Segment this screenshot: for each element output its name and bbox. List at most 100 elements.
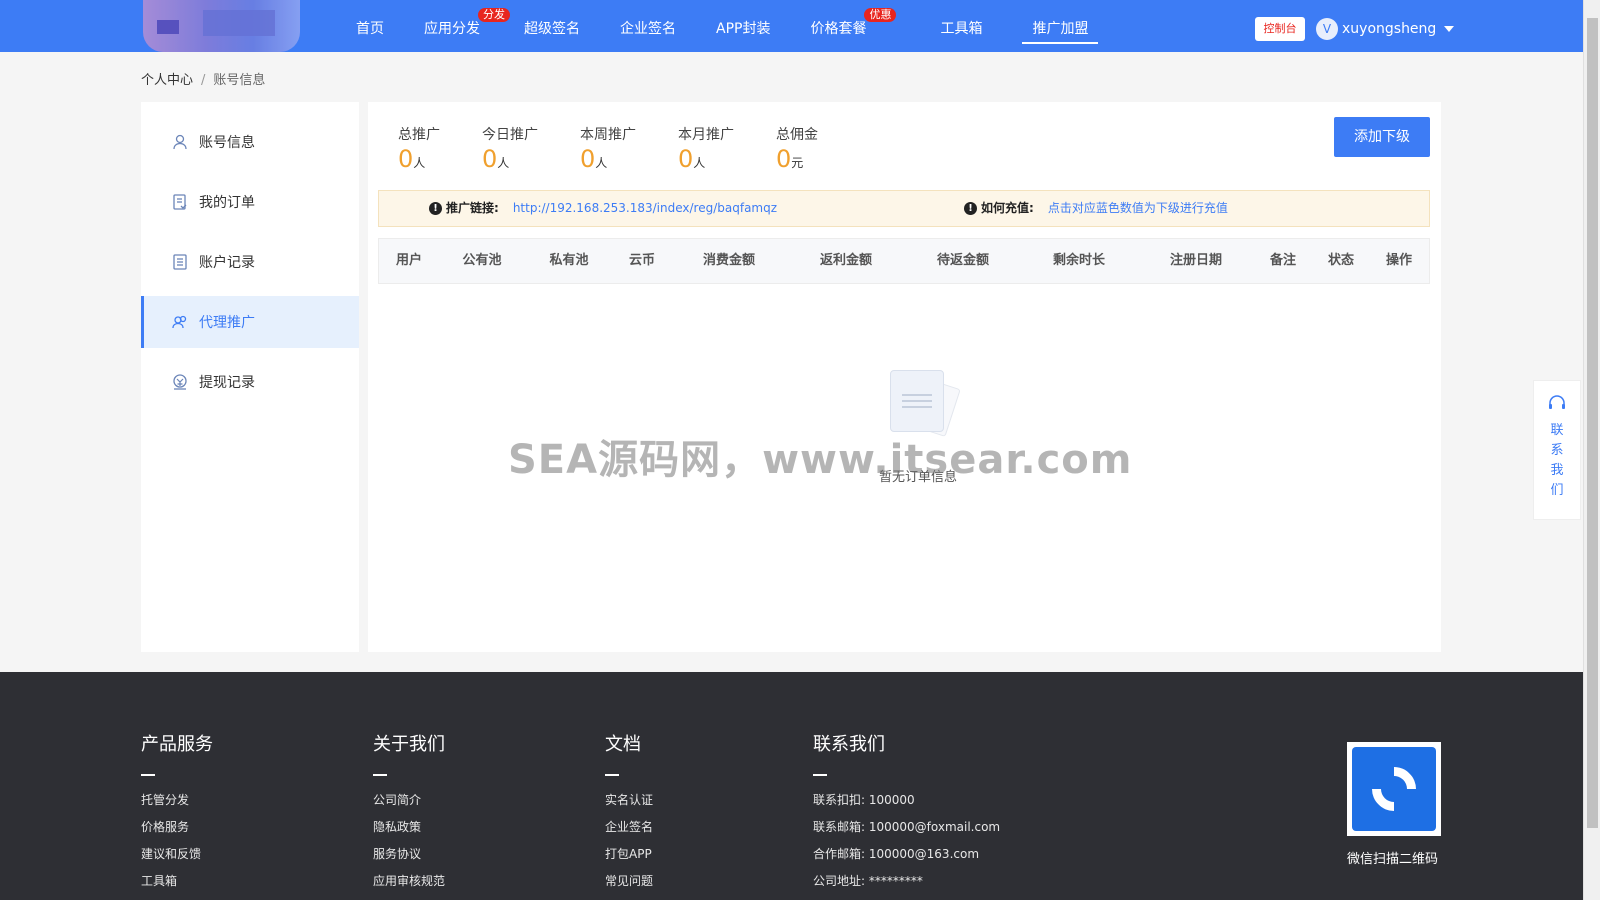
- headset-icon: [1534, 393, 1580, 417]
- footer-link[interactable]: 托管分发: [141, 787, 213, 814]
- footer-link[interactable]: 工具箱: [141, 868, 213, 895]
- breadcrumb: 个人中心 / 账号信息: [141, 69, 265, 88]
- column-header: 操作: [1385, 253, 1413, 268]
- footer-column-contact: 联系我们 联系扣扣: 100000 联系邮箱: 100000@foxmail.c…: [813, 730, 1000, 895]
- chevron-down-icon: [1444, 26, 1455, 32]
- sidebar: 账号信息 我的订单 账户记录 代理推广 提现记录: [141, 102, 359, 652]
- username: xuyongsheng: [1342, 21, 1437, 37]
- stat-unit: 元: [791, 156, 804, 170]
- column-header: 私有池: [549, 253, 589, 268]
- footer-link[interactable]: 企业签名: [605, 814, 653, 841]
- table-header: 用户 公有池 私有池 云币 消费金额 返利金额 待返金额 剩余时长 注册日期 备…: [378, 238, 1430, 284]
- withdraw-icon: [173, 374, 187, 390]
- sidebar-item-withdraw[interactable]: 提现记录: [141, 356, 359, 408]
- site-logo[interactable]: [143, 0, 300, 52]
- nav-app-wrap[interactable]: APP封装: [716, 0, 770, 52]
- footer-cooperation-email: 合作邮箱: 100000@163.com: [813, 847, 980, 861]
- breadcrumb-current: 账号信息: [213, 73, 266, 88]
- top-navbar: 首页 应用分发 分发 超级签名 企业签名 APP封装 价格套餐 优惠 工具箱 推广加…: [0, 0, 1583, 52]
- recharge-help-row: ! 如何充值: 点击对应蓝色数值为下级进行充值: [964, 191, 1228, 226]
- stat-label: 本周推广: [580, 127, 636, 143]
- footer-link[interactable]: 打包APP: [605, 841, 653, 868]
- contact-us-float[interactable]: 联系我们: [1533, 380, 1581, 520]
- user-menu[interactable]: V xuyongsheng: [1316, 17, 1455, 41]
- stat-unit: 人: [413, 156, 426, 170]
- footer-link[interactable]: 服务协议: [373, 841, 445, 868]
- stat-label: 本月推广: [678, 127, 734, 143]
- stat-total-commission: 总佣金 0元: [776, 124, 818, 174]
- stat-total-promotion: 总推广 0人: [398, 124, 440, 174]
- nav-super-sign[interactable]: 超级签名: [524, 0, 580, 52]
- sidebar-item-agent[interactable]: 代理推广: [141, 296, 359, 348]
- sidebar-item-label: 账户记录: [199, 255, 255, 271]
- stat-today-promotion: 今日推广 0人: [482, 124, 538, 174]
- order-icon: [173, 194, 187, 210]
- stat-value: 0: [678, 145, 694, 173]
- stat-label: 今日推广: [482, 127, 538, 143]
- stat-unit: 人: [497, 156, 510, 170]
- footer-column-docs: 文档 实名认证 企业签名 打包APP 常见问题: [605, 730, 653, 895]
- sidebar-item-account[interactable]: 账号信息: [141, 116, 359, 168]
- promotion-link[interactable]: http://192.168.253.183/index/reg/baqfamq…: [513, 191, 777, 226]
- sidebar-item-records[interactable]: 账户记录: [141, 236, 359, 288]
- footer-link[interactable]: 隐私政策: [373, 814, 445, 841]
- column-header: 待返金额: [936, 253, 990, 268]
- footer-contact-email: 联系邮箱: 100000@foxmail.com: [813, 820, 1001, 834]
- sidebar-item-label: 代理推广: [199, 315, 255, 331]
- column-header: 剩余时长: [1052, 253, 1106, 268]
- column-header: 公有池: [462, 253, 502, 268]
- promotion-link-row: ! 推广链接: http://192.168.253.183/index/reg…: [429, 191, 777, 226]
- main-panel: 总推广 0人 今日推广 0人 本周推广 0人 本月推广 0人 总佣金 0元 添加…: [368, 102, 1441, 652]
- stat-week-promotion: 本周推广 0人: [580, 124, 636, 174]
- contact-us-label: 联系我们: [1550, 423, 1564, 498]
- promotion-notice: ! 推广链接: http://192.168.253.183/index/reg…: [378, 190, 1430, 227]
- sidebar-item-label: 我的订单: [199, 195, 255, 211]
- recharge-help-text[interactable]: 点击对应蓝色数值为下级进行充值: [1048, 191, 1228, 226]
- page-scrollbar[interactable]: [1583, 0, 1600, 900]
- user-icon: [173, 134, 187, 150]
- scrollbar-thumb[interactable]: [1587, 18, 1598, 828]
- recharge-help-label: 如何充值:: [981, 201, 1034, 215]
- footer-column-about: 关于我们 公司简介 隐私政策 服务协议 应用审核规范: [373, 730, 445, 895]
- promotion-stats: 总推广 0人 今日推广 0人 本周推广 0人 本月推广 0人 总佣金 0元: [398, 124, 860, 174]
- wechat-qr-code: [1347, 742, 1441, 836]
- column-header: 备注: [1269, 253, 1297, 268]
- breadcrumb-separator: /: [201, 73, 206, 88]
- nav-toolbox[interactable]: 工具箱: [940, 0, 982, 52]
- watermark: SEA源码网，www.itsear.com: [508, 437, 1133, 483]
- column-header: 消费金额: [702, 253, 756, 268]
- footer-column-title: 关于我们: [373, 734, 445, 755]
- footer-link[interactable]: 常见问题: [605, 868, 653, 895]
- footer-link[interactable]: 应用审核规范: [373, 868, 445, 895]
- add-subordinate-button[interactable]: 添加下级: [1334, 117, 1430, 157]
- stat-label: 总佣金: [776, 127, 818, 143]
- footer-column-products: 产品服务 托管分发 价格服务 建议和反馈 工具箱: [141, 730, 213, 895]
- nav-app-distribution[interactable]: 应用分发 分发: [424, 0, 510, 52]
- footer-link[interactable]: 公司简介: [373, 787, 445, 814]
- nav-promotion[interactable]: 推广加盟: [1022, 0, 1099, 52]
- stat-value: 0: [580, 145, 596, 173]
- breadcrumb-root[interactable]: 个人中心: [141, 73, 193, 88]
- footer-link[interactable]: 建议和反馈: [141, 841, 213, 868]
- column-header: 返利金额: [819, 253, 873, 268]
- nav-pricing[interactable]: 价格套餐 优惠: [810, 0, 897, 52]
- nav-home[interactable]: 首页: [356, 0, 384, 52]
- column-header: 注册日期: [1169, 253, 1223, 268]
- footer-column-title: 文档: [605, 734, 641, 755]
- record-icon: [173, 254, 187, 270]
- console-button[interactable]: 控制台: [1255, 17, 1305, 41]
- stat-value: 0: [482, 145, 498, 173]
- stat-month-promotion: 本月推广 0人: [678, 124, 734, 174]
- nav-badge: 分发: [478, 8, 510, 22]
- main-nav: 首页 应用分发 分发 超级签名 企业签名 APP封装 价格套餐 优惠 工具箱 推广加…: [340, 0, 1099, 52]
- info-icon: !: [964, 202, 977, 215]
- stat-unit: 人: [693, 156, 706, 170]
- nav-enterprise-sign[interactable]: 企业签名: [620, 0, 676, 52]
- sidebar-item-orders[interactable]: 我的订单: [141, 176, 359, 228]
- column-header: 状态: [1327, 253, 1355, 268]
- agent-icon: [172, 315, 187, 329]
- footer-contact-qq: 联系扣扣: 100000: [813, 793, 915, 807]
- footer-link[interactable]: 实名认证: [605, 787, 653, 814]
- footer-link[interactable]: 价格服务: [141, 814, 213, 841]
- footer: 产品服务 托管分发 价格服务 建议和反馈 工具箱 关于我们 公司简介 隐私政策 …: [0, 672, 1583, 900]
